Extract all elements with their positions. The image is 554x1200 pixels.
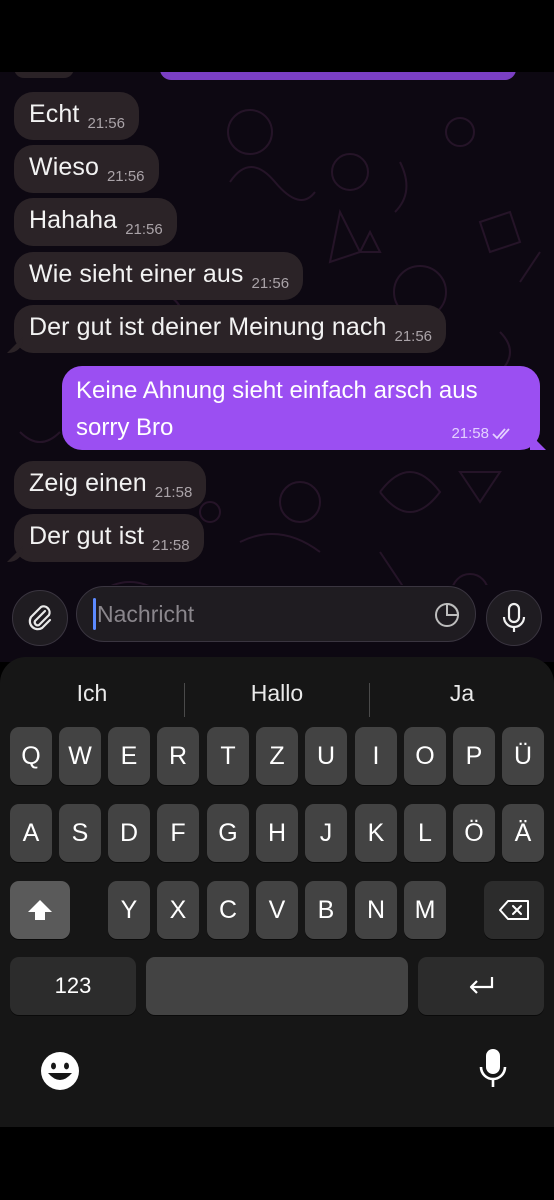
message-time: 21:58 — [451, 425, 489, 442]
key-w[interactable]: W — [59, 727, 101, 785]
key-k[interactable]: K — [355, 804, 397, 862]
key-h[interactable]: H — [256, 804, 298, 862]
message-time: 21:56 — [106, 167, 145, 185]
key-y[interactable]: Y — [108, 881, 150, 939]
return-icon — [469, 977, 494, 994]
key-b[interactable]: B — [305, 881, 347, 939]
message-text-line-1: Keine Ahnung sieht einfach arsch aus — [76, 377, 478, 404]
key-ae[interactable]: Ä — [502, 804, 544, 862]
suggestion-item[interactable]: Ja — [370, 667, 554, 719]
message-time: 21:56 — [394, 327, 433, 345]
message-time: 21:56 — [87, 114, 125, 132]
incoming-message[interactable]: Der gut ist deiner Meinung nach 21:56 — [14, 305, 447, 353]
double-check-icon — [492, 427, 510, 439]
backspace-key[interactable] — [484, 881, 544, 939]
suggestion-item[interactable]: Hallo — [185, 667, 369, 719]
key-z[interactable]: Z — [256, 727, 298, 785]
suggestion-item[interactable]: Ich — [0, 667, 184, 719]
incoming-message[interactable]: Zeig einen 21:58 — [14, 461, 207, 509]
text-caret — [93, 598, 96, 630]
numbers-key[interactable]: 123 — [10, 957, 136, 1015]
message-meta: 21:58 — [451, 425, 514, 442]
message-input-bar: Nachricht — [0, 585, 554, 657]
bottom-safe-area — [0, 1127, 554, 1200]
incoming-message[interactable]: Wie sieht einer aus 21:56 — [14, 252, 304, 300]
key-l[interactable]: L — [404, 804, 446, 862]
key-s[interactable]: S — [59, 804, 101, 862]
message-input[interactable]: Nachricht — [76, 586, 476, 642]
message-time: 21:58 — [154, 483, 193, 501]
key-n[interactable]: N — [355, 881, 397, 939]
outgoing-message[interactable]: Keine Ahnung sieht einfach arsch aus sor… — [62, 366, 540, 450]
key-c[interactable]: C — [207, 881, 249, 939]
paperclip-icon — [28, 605, 52, 631]
return-key[interactable] — [418, 957, 544, 1015]
message-text: Der gut ist deiner Meinung nach — [29, 312, 387, 341]
message-time: 21:58 — [152, 536, 190, 554]
attach-button[interactable] — [12, 590, 68, 646]
key-q[interactable]: Q — [10, 727, 52, 785]
message-text: Zeig einen — [29, 468, 147, 497]
message-text: Wie sieht einer aus — [29, 259, 244, 288]
message-input-placeholder: Nachricht — [97, 600, 195, 627]
dictation-icon — [479, 1049, 507, 1087]
message-text: Hahaha — [29, 205, 118, 234]
message-text: Der gut ist — [29, 521, 145, 550]
key-g[interactable]: G — [207, 804, 249, 862]
message-text: Echt — [29, 99, 80, 128]
key-ue[interactable]: Ü — [502, 727, 544, 785]
incoming-message[interactable]: Wieso 21:56 — [14, 145, 159, 193]
microphone-icon — [502, 602, 526, 632]
key-t[interactable]: T — [207, 727, 249, 785]
key-d[interactable]: D — [108, 804, 150, 862]
suggestion-bar: Ich Hallo Ja — [0, 667, 554, 719]
screen: Echt 21:56 Wieso 21:56 Hahaha 21:56 Wie … — [0, 0, 554, 1200]
key-x[interactable]: X — [157, 881, 199, 939]
key-j[interactable]: J — [305, 804, 347, 862]
message-text: Wieso — [29, 152, 99, 181]
previous-message-edge — [14, 72, 74, 78]
emoji-button[interactable] — [38, 1049, 82, 1093]
key-a[interactable]: A — [10, 804, 52, 862]
shift-icon — [28, 900, 52, 920]
key-e[interactable]: E — [108, 727, 150, 785]
key-f[interactable]: F — [157, 804, 199, 862]
key-i[interactable]: I — [355, 727, 397, 785]
key-o[interactable]: O — [404, 727, 446, 785]
previous-outgoing-edge — [160, 72, 516, 80]
incoming-message[interactable]: Hahaha 21:56 — [14, 198, 177, 246]
keyboard: Ich Hallo Ja Q W E R T Z U I O P Ü A S D… — [0, 657, 554, 1127]
incoming-message[interactable]: Echt 21:56 — [14, 92, 139, 140]
emoji-icon — [41, 1052, 79, 1090]
key-v[interactable]: V — [256, 881, 298, 939]
message-time: 21:56 — [251, 274, 290, 292]
dictation-button[interactable] — [478, 1047, 508, 1093]
message-time: 21:56 — [125, 220, 163, 238]
key-oe[interactable]: Ö — [453, 804, 495, 862]
key-r[interactable]: R — [157, 727, 199, 785]
chat-area[interactable]: Echt 21:56 Wieso 21:56 Hahaha 21:56 Wie … — [0, 72, 554, 662]
key-p[interactable]: P — [453, 727, 495, 785]
sticker-icon[interactable] — [433, 601, 461, 629]
key-u[interactable]: U — [305, 727, 347, 785]
space-key[interactable] — [146, 957, 408, 1015]
key-m[interactable]: M — [404, 881, 446, 939]
backspace-icon — [499, 900, 529, 920]
incoming-message[interactable]: Der gut ist 21:58 — [14, 514, 204, 562]
voice-message-button[interactable] — [486, 590, 542, 646]
shift-key[interactable] — [10, 881, 70, 939]
